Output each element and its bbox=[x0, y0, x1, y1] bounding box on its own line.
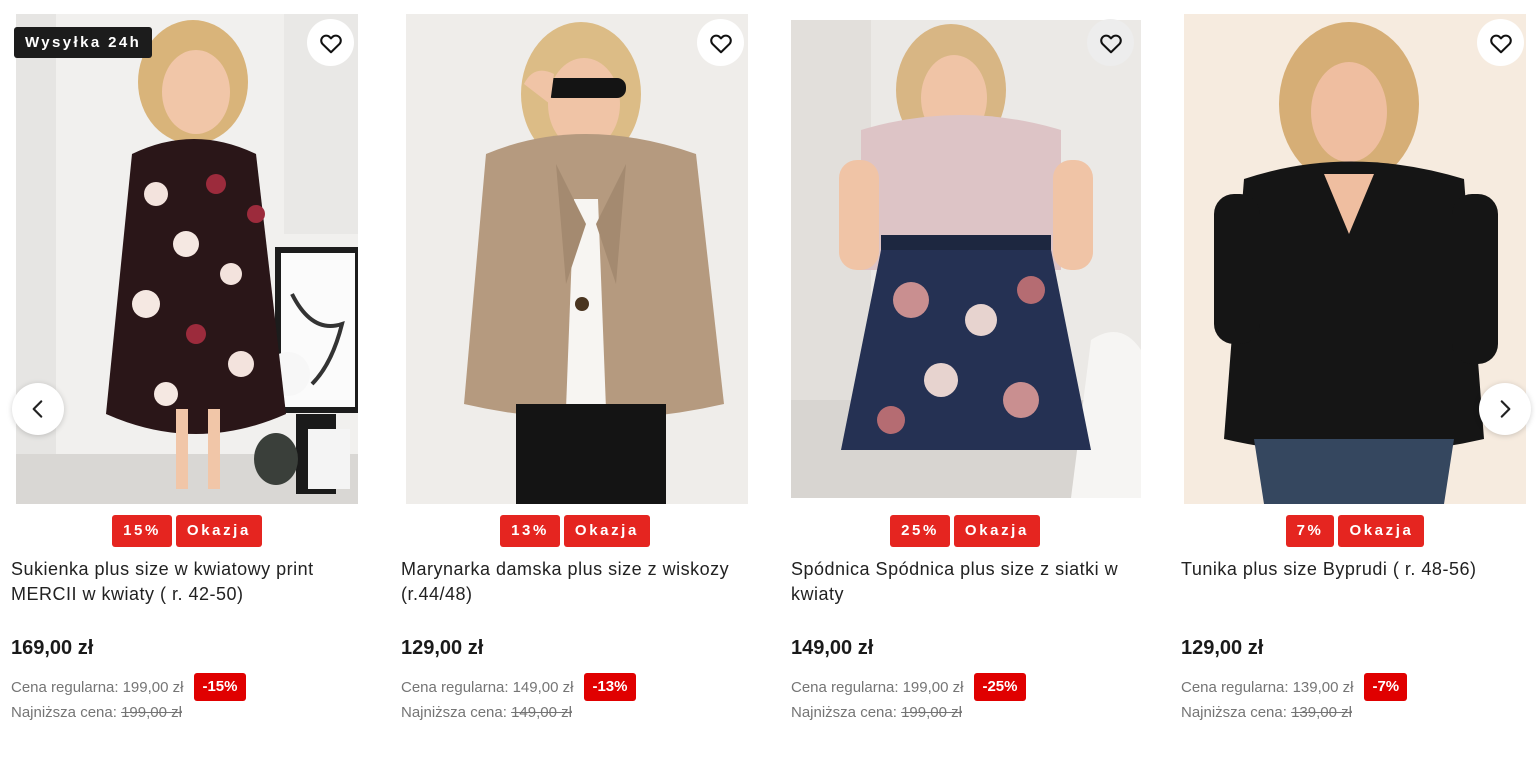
product-photo[interactable] bbox=[1184, 14, 1526, 504]
discount-tag: -7% bbox=[1364, 673, 1408, 701]
product-card[interactable]: 13% Okazja Marynarka damska plus size z … bbox=[390, 0, 760, 780]
lowest-price-row: Najniższa cena: 199,00 zł bbox=[791, 704, 962, 721]
carousel-prev-button[interactable] bbox=[12, 383, 64, 435]
beige-blazer-photo bbox=[406, 14, 748, 504]
product-price: 149,00 zł bbox=[791, 637, 874, 659]
chevron-right-icon bbox=[1500, 400, 1511, 418]
wishlist-button[interactable] bbox=[1477, 19, 1524, 66]
heart-outline-icon bbox=[1489, 34, 1512, 53]
regular-price-value: 199,00 zł bbox=[902, 678, 964, 696]
black-tunic-photo bbox=[1184, 14, 1526, 504]
regular-price-value: 199,00 zł bbox=[122, 678, 184, 696]
percent-badge: 13% bbox=[500, 515, 560, 547]
percent-badge: 25% bbox=[890, 515, 950, 547]
lowest-price-value: 199,00 zł bbox=[121, 704, 182, 721]
promo-badges: 15% Okazja bbox=[2, 515, 372, 547]
regular-price-label: Cena regularna: bbox=[1181, 678, 1289, 696]
lowest-price-value: 199,00 zł bbox=[901, 704, 962, 721]
product-photo[interactable] bbox=[791, 20, 1141, 498]
mesh-skirt-photo bbox=[791, 20, 1141, 498]
promo-badges: 13% Okazja bbox=[390, 515, 760, 547]
heart-outline-icon bbox=[319, 34, 342, 53]
heart-outline-icon bbox=[1099, 34, 1122, 53]
wishlist-button[interactable] bbox=[697, 19, 744, 66]
regular-price-label: Cena regularna: bbox=[401, 678, 509, 696]
regular-price-row: Cena regularna: 149,00 zł -13% bbox=[401, 673, 636, 701]
product-card[interactable]: 7% Okazja Tunika plus size Byprudi ( r. … bbox=[1170, 0, 1536, 780]
wishlist-button[interactable] bbox=[307, 19, 354, 66]
regular-price-row: Cena regularna: 139,00 zł -7% bbox=[1181, 673, 1408, 701]
deal-badge: Okazja bbox=[175, 515, 262, 547]
wishlist-button[interactable] bbox=[1087, 19, 1134, 66]
promo-badges: 25% Okazja bbox=[780, 515, 1150, 547]
regular-price-row: Cena regularna: 199,00 zł -25% bbox=[791, 673, 1026, 701]
discount-tag: -25% bbox=[974, 673, 1026, 701]
lowest-price-row: Najniższa cena: 139,00 zł bbox=[1181, 704, 1352, 721]
product-title[interactable]: Tunika plus size Byprudi ( r. 48-56) bbox=[1181, 557, 1533, 582]
product-carousel: Wysyłka 24h 15% Okazja Sukienka plus siz… bbox=[0, 0, 1536, 780]
lowest-price-label: Najniższa cena: bbox=[1181, 704, 1287, 721]
product-photo[interactable] bbox=[16, 14, 358, 504]
heart-outline-icon bbox=[709, 34, 732, 53]
regular-price-row: Cena regularna: 199,00 zł -15% bbox=[11, 673, 246, 701]
regular-price-value: 149,00 zł bbox=[512, 678, 574, 696]
promo-badges: 7% Okazja bbox=[1170, 515, 1536, 547]
product-price: 129,00 zł bbox=[1181, 637, 1264, 659]
regular-price-label: Cena regularna: bbox=[11, 678, 119, 696]
discount-tag: -15% bbox=[194, 673, 246, 701]
lowest-price-row: Najniższa cena: 149,00 zł bbox=[401, 704, 572, 721]
discount-tag: -13% bbox=[584, 673, 636, 701]
deal-badge: Okazja bbox=[1338, 515, 1425, 547]
product-photo[interactable] bbox=[406, 14, 748, 504]
product-price: 169,00 zł bbox=[11, 637, 94, 659]
lowest-price-value: 139,00 zł bbox=[1291, 704, 1352, 721]
lowest-price-label: Najniższa cena: bbox=[11, 704, 117, 721]
product-title[interactable]: Marynarka damska plus size z wiskozy (r.… bbox=[401, 557, 753, 607]
carousel-next-button[interactable] bbox=[1479, 383, 1531, 435]
percent-badge: 15% bbox=[112, 515, 172, 547]
deal-badge: Okazja bbox=[563, 515, 650, 547]
regular-price-value: 139,00 zł bbox=[1292, 678, 1354, 696]
regular-price-label: Cena regularna: bbox=[791, 678, 899, 696]
lowest-price-row: Najniższa cena: 199,00 zł bbox=[11, 704, 182, 721]
percent-badge: 7% bbox=[1285, 515, 1335, 547]
shipping-badge: Wysyłka 24h bbox=[14, 27, 153, 58]
deal-badge: Okazja bbox=[953, 515, 1040, 547]
chevron-left-icon bbox=[32, 400, 43, 418]
lowest-price-value: 149,00 zł bbox=[511, 704, 572, 721]
product-title[interactable]: Sukienka plus size w kwiatowy print MERC… bbox=[11, 557, 363, 607]
product-title[interactable]: Spódnica Spódnica plus size z siatki w k… bbox=[791, 557, 1143, 607]
lowest-price-label: Najniższa cena: bbox=[401, 704, 507, 721]
lowest-price-label: Najniższa cena: bbox=[791, 704, 897, 721]
product-card[interactable]: 25% Okazja Spódnica Spódnica plus size z… bbox=[780, 0, 1150, 780]
floral-dress-photo bbox=[16, 14, 358, 504]
product-price: 129,00 zł bbox=[401, 637, 484, 659]
